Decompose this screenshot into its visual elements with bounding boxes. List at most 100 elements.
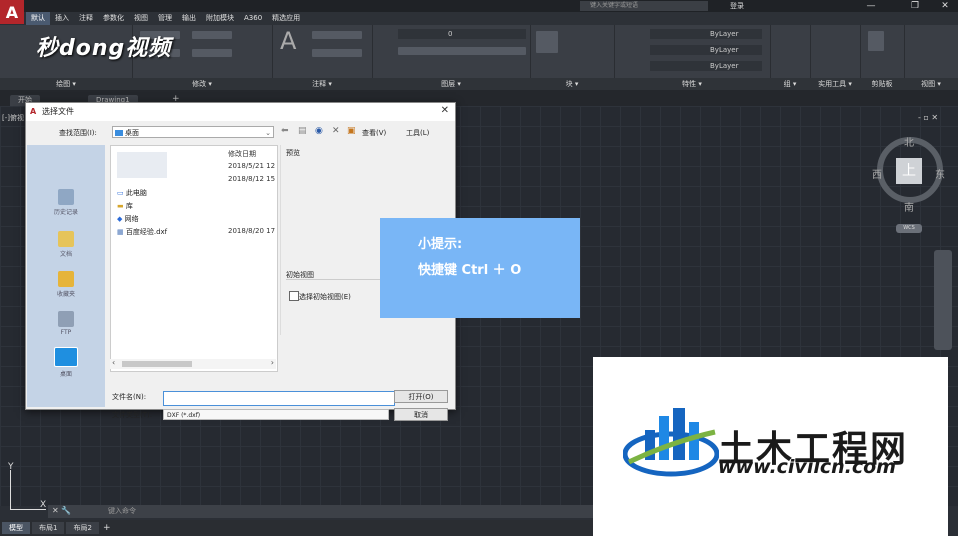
place-label: 收藏夹 [56, 291, 75, 298]
tab-layout2[interactable]: 布局2 [66, 522, 99, 534]
group-title-utilities[interactable]: 实用工具 ▾ [810, 78, 860, 90]
filename-field[interactable] [163, 391, 395, 406]
ucs-x-label: X [40, 500, 47, 510]
color-dropdown[interactable]: ByLayer [650, 29, 762, 39]
search-web-icon[interactable]: ◉ [315, 126, 323, 136]
viewport-window-controls[interactable]: - ▫ ✕ [918, 113, 938, 122]
file-list[interactable]: 修改日期 2018/5/21 12 2018/8/12 15 ▭ 此电脑 ▬ 库… [110, 145, 278, 372]
tools-menu[interactable]: 工具(L) [406, 128, 429, 138]
group-title-draw[interactable]: 绘图 ▾ [0, 78, 132, 90]
file-dxf[interactable]: ▦ 百度经验.dxf [117, 227, 167, 237]
date-column-header[interactable]: 修改日期 [228, 149, 256, 159]
insert-block-icon[interactable] [536, 31, 558, 53]
cancel-button[interactable]: 取消 [394, 408, 448, 421]
tab-manage[interactable]: 管理 [153, 12, 177, 25]
linetype-dropdown[interactable]: ByLayer [650, 45, 762, 55]
maximize-icon[interactable]: ❐ [902, 0, 928, 12]
scroll-right-icon[interactable]: › [271, 358, 274, 367]
text-tool-icon[interactable]: A [280, 27, 296, 55]
group-title-modify[interactable]: 修改 ▾ [132, 78, 272, 90]
delete-icon[interactable]: ✕ [332, 126, 340, 136]
chevron-down-icon[interactable]: ⌄ [265, 127, 271, 139]
scroll-left-icon[interactable]: ‹ [112, 358, 115, 367]
compass-east[interactable]: 东 [935, 166, 945, 181]
view-menu[interactable]: 查看(V) [362, 128, 386, 138]
lookin-dropdown[interactable]: 桌面 ⌄ [112, 126, 274, 138]
close-icon[interactable]: ✕ [441, 105, 449, 116]
wcs-menu[interactable]: WCS [896, 224, 922, 233]
tab-output[interactable]: 输出 [177, 12, 201, 25]
annotation-tool[interactable] [312, 49, 362, 57]
compass-south[interactable]: 南 [904, 199, 914, 214]
place-documents[interactable]: 文档 [27, 231, 105, 258]
tip-shortcut: 快捷键 Ctrl ＋ O [418, 263, 522, 278]
tab-default[interactable]: 默认 [26, 12, 50, 25]
file-network[interactable]: ◆ 网络 [117, 214, 139, 224]
filetype-dropdown[interactable]: DXF (*.dxf) [163, 409, 389, 420]
group-title-properties[interactable]: 特性 ▾ [614, 78, 770, 90]
command-input[interactable]: 键入命令 [48, 505, 593, 518]
minimize-icon[interactable]: — [858, 0, 884, 12]
file-this-pc[interactable]: ▭ 此电脑 [117, 188, 147, 198]
group-title-groups[interactable]: 组 ▾ [770, 78, 810, 90]
layer-dropdown[interactable]: 0 [398, 29, 526, 39]
place-label: 历史记录 [53, 209, 78, 216]
close-icon[interactable]: ✕ [932, 0, 958, 12]
place-desktop[interactable]: 桌面 [27, 347, 105, 378]
title-bar [0, 0, 958, 12]
modify-tool[interactable] [192, 31, 232, 39]
viewcube-top-face[interactable]: 上 [896, 158, 922, 184]
group-title-block[interactable]: 块 ▾ [530, 78, 614, 90]
place-label: 文档 [59, 251, 72, 258]
watermark-logo: 秒dong视频 [36, 36, 172, 61]
new-folder-icon[interactable]: ▣ [347, 126, 356, 136]
file-name: 此电脑 [125, 189, 147, 197]
autocad-app-icon[interactable]: A [0, 0, 24, 24]
place-favorites[interactable]: 收藏夹 [27, 271, 105, 298]
layer-tool[interactable] [398, 47, 526, 55]
file-date: 2018/5/21 12 [228, 162, 276, 170]
tab-featured-apps[interactable]: 精选应用 [267, 12, 305, 25]
search-input[interactable]: 键入关键字或短语 [580, 1, 708, 11]
open-button[interactable]: 打开(O) [394, 390, 448, 403]
viewport-control[interactable]: [-]俯视 [2, 113, 24, 123]
tab-annotate[interactable]: 注释 [74, 12, 98, 25]
annotation-tool[interactable] [312, 31, 362, 39]
file-library[interactable]: ▬ 库 [117, 201, 133, 211]
tab-parametric[interactable]: 参数化 [98, 12, 129, 25]
group-title-annotation[interactable]: 注释 ▾ [272, 78, 372, 90]
place-ftp[interactable]: FTP [27, 311, 105, 336]
lineweight-dropdown[interactable]: ByLayer [650, 61, 762, 71]
tab-insert[interactable]: 插入 [50, 12, 74, 25]
initial-view-checkbox[interactable] [289, 291, 299, 301]
add-layout-plus-icon[interactable]: + [103, 523, 111, 533]
lookin-value: 桌面 [125, 129, 139, 137]
group-title-layers[interactable]: 图层 ▾ [372, 78, 530, 90]
tab-addins[interactable]: 附加模块 [201, 12, 239, 25]
up-folder-icon[interactable]: ▤ [298, 126, 307, 136]
tab-a360[interactable]: A360 [239, 12, 267, 25]
login-button[interactable]: 登录 [730, 0, 744, 12]
site-url: www.civilcn.com [718, 456, 896, 478]
place-label: FTP [60, 329, 72, 336]
modify-tool[interactable] [192, 49, 232, 57]
tab-layout1[interactable]: 布局1 [32, 522, 65, 534]
group-title-clipboard[interactable]: 剪贴板 [860, 78, 904, 90]
back-icon[interactable]: ⬅ [281, 126, 289, 136]
horizontal-scrollbar[interactable]: ‹ › [110, 358, 276, 369]
initial-view-checkbox-label: 选择初始视图(E) [299, 293, 351, 301]
compass-west[interactable]: 西 [872, 166, 882, 181]
group-title-view[interactable]: 视图 ▾ [904, 78, 958, 90]
tab-model[interactable]: 模型 [2, 522, 30, 534]
desktop-icon [54, 347, 78, 367]
scroll-thumb[interactable] [122, 361, 192, 367]
compass-north[interactable]: 北 [904, 134, 914, 149]
tab-view[interactable]: 视图 [129, 12, 153, 25]
file-date: 2018/8/20 17 [228, 227, 276, 235]
navigation-bar[interactable] [934, 250, 952, 350]
ftp-icon [58, 311, 74, 327]
library-icon: ▬ [117, 202, 124, 210]
paste-icon[interactable] [868, 31, 884, 51]
place-history[interactable]: 历史记录 [27, 189, 105, 216]
command-line-close-icon[interactable]: ✕ 🔧 [52, 506, 71, 515]
